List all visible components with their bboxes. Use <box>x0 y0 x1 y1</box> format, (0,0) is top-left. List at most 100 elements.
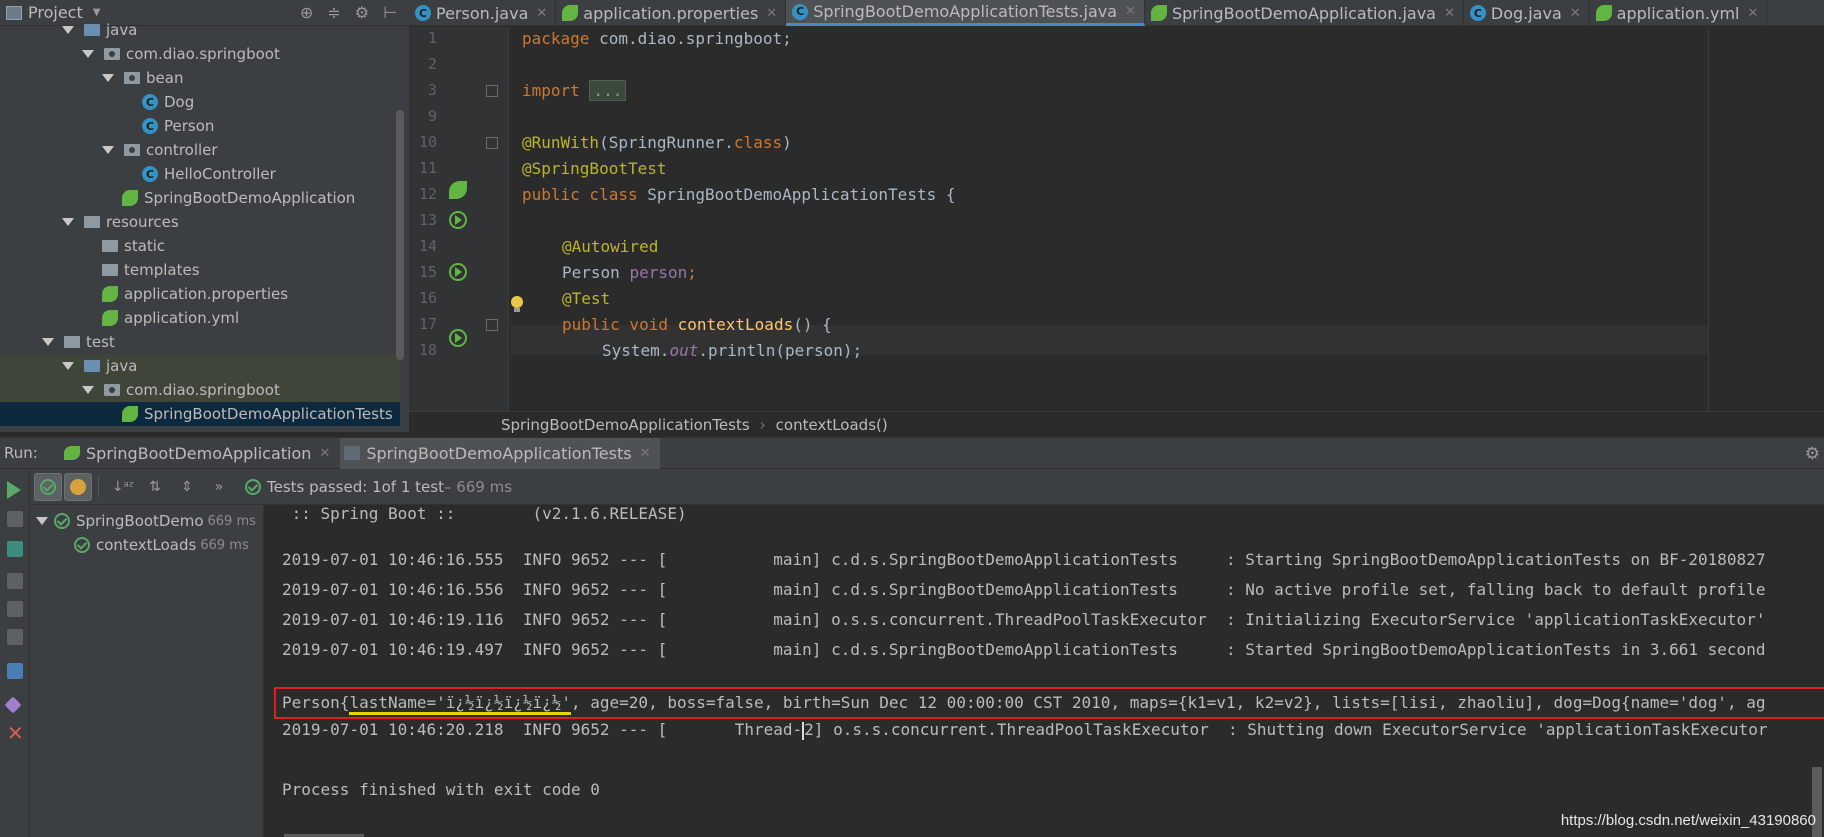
chevron-down-icon[interactable] <box>42 338 54 346</box>
run-class-icon[interactable] <box>449 211 467 229</box>
editor-tab[interactable]: C SpringBootDemoApplicationTests.java ✕ <box>786 0 1145 26</box>
chevron-down-icon[interactable] <box>82 50 94 58</box>
package-icon <box>124 144 140 156</box>
chevron-down-icon[interactable] <box>62 218 74 226</box>
more-icon[interactable]: » <box>205 473 233 501</box>
test-time: 669 ms <box>207 513 256 529</box>
test-time: 669 ms <box>200 537 249 553</box>
show-passed-button[interactable] <box>34 472 62 501</box>
layout-icon[interactable] <box>7 663 23 679</box>
project-pane: Project ▼ ⊕ ≑ ⚙ ⊢ java com.diao.springboo… <box>0 0 409 432</box>
line-number: 2 <box>427 55 437 73</box>
class-icon: C <box>1469 5 1486 21</box>
spring-bean-icon[interactable] <box>449 181 467 199</box>
tree-item[interactable]: application.properties <box>0 282 400 306</box>
fold-toggle-icon[interactable] <box>486 85 498 97</box>
tree-item[interactable]: resources <box>0 210 400 234</box>
stop-icon[interactable] <box>7 573 23 589</box>
tree-item[interactable]: bean <box>0 66 400 90</box>
rerun-failed-icon[interactable] <box>7 511 23 527</box>
show-ignored-button[interactable] <box>64 472 92 501</box>
run-test-icon[interactable] <box>449 329 467 347</box>
breadcrumb-class[interactable]: SpringBootDemoApplicationTests <box>501 416 750 434</box>
watermark: https://blog.csdn.net/weixin_43190860 <box>1560 812 1816 829</box>
person-lastname: lastName='ï¿½ï¿½ï¿½ï¿½' <box>349 693 571 715</box>
breadcrumb-method[interactable]: contextLoads() <box>776 416 888 434</box>
exit-icon[interactable] <box>7 629 23 645</box>
spring-icon <box>64 446 80 460</box>
chevron-down-icon[interactable]: ▼ <box>93 7 101 18</box>
tree-item[interactable]: java <box>0 18 400 42</box>
tree-item[interactable]: controller <box>0 138 400 162</box>
sort-duration-button[interactable]: ⇅ <box>141 473 169 501</box>
package-icon <box>104 384 120 396</box>
tree-item[interactable]: SpringBootDemoApplicationTests <box>0 402 400 426</box>
chevron-down-icon[interactable] <box>36 517 48 525</box>
tree-item[interactable]: templates <box>0 258 400 282</box>
tree-item[interactable]: SpringBootDemoApplication <box>0 186 400 210</box>
tree-item[interactable]: application.yml <box>0 306 400 330</box>
test-suite-row[interactable]: SpringBootDemo 669 ms <box>36 509 256 533</box>
expand-all-button[interactable]: ⇕ <box>173 473 201 501</box>
chevron-down-icon[interactable] <box>102 146 114 154</box>
tree-item[interactable]: static <box>0 234 400 258</box>
chevron-down-icon[interactable] <box>62 26 74 34</box>
sort-alpha-button[interactable]: ↓ᵃᶻ <box>109 473 137 501</box>
pin-icon[interactable] <box>4 696 22 714</box>
tree-item[interactable]: C Dog <box>0 90 400 114</box>
check-icon <box>40 478 56 495</box>
right-margin-guide <box>1708 27 1709 411</box>
console-line: 2019-07-01 10:46:19.497 INFO 9652 --- [ … <box>282 640 1766 659</box>
gear-icon[interactable]: ⚙ <box>1805 444 1820 464</box>
junit-icon <box>344 446 361 460</box>
test-case-row[interactable]: contextLoads 669 ms <box>74 533 249 557</box>
tree-item[interactable]: test <box>0 330 400 354</box>
fold-toggle-icon[interactable] <box>486 319 498 331</box>
editor-tab[interactable]: C Person.java ✕ <box>409 0 557 26</box>
spring-icon <box>122 406 138 422</box>
close-icon[interactable]: ✕ <box>640 446 651 461</box>
tree-item[interactable]: C HelloController <box>0 162 400 186</box>
editor-tab[interactable]: application.properties ✕ <box>556 0 787 26</box>
chevron-down-icon[interactable] <box>62 362 74 370</box>
close-icon[interactable]: ✕ <box>1570 6 1581 21</box>
editor-tab[interactable]: application.yml ✕ <box>1590 0 1768 26</box>
close-icon[interactable]: ✕ <box>319 446 330 461</box>
editor-tab[interactable]: SpringBootDemoApplication.java ✕ <box>1145 0 1464 26</box>
code-editor[interactable]: package com.diao.springboot; import ... … <box>510 27 1824 411</box>
dump-threads-icon[interactable] <box>7 601 23 617</box>
chevron-down-icon[interactable] <box>82 386 94 394</box>
folder-icon <box>64 336 80 348</box>
tree-item[interactable]: com.diao.springboot <box>0 378 400 402</box>
check-icon <box>245 478 261 495</box>
run-tab-label: SpringBootDemoApplicationTests <box>366 443 632 463</box>
person-rest: , age=20, boss=false, birth=Sun Dec 12 0… <box>571 693 1766 712</box>
fold-toggle-icon[interactable] <box>486 137 498 149</box>
run-tab-tests[interactable]: SpringBootDemoApplicationTests ✕ <box>340 437 661 469</box>
tree-item-label: application.properties <box>124 285 289 303</box>
close-icon[interactable]: ✕ <box>536 6 547 21</box>
tree-item[interactable]: com.diao.springboot <box>0 42 400 66</box>
tree-item-label: SpringBootDemoApplicationTests <box>144 405 393 423</box>
chevron-down-icon[interactable] <box>102 74 114 82</box>
toggle-autotest-icon[interactable] <box>7 541 23 557</box>
close-icon[interactable]: ✕ <box>1748 6 1759 21</box>
lightbulb-icon[interactable] <box>510 296 524 314</box>
console-output[interactable]: :: Spring Boot :: (v2.1.6.RELEASE) 2019-… <box>264 505 1824 837</box>
autowired-nav-icon[interactable] <box>449 263 467 281</box>
run-tab-application[interactable]: SpringBootDemoApplication ✕ <box>60 438 340 469</box>
tree-item[interactable]: C Person <box>0 114 400 138</box>
close-icon[interactable]: ✕ <box>1125 4 1136 19</box>
close-icon[interactable]: ✕ <box>7 723 24 743</box>
tree-item[interactable]: java <box>0 354 400 378</box>
rerun-icon[interactable] <box>7 481 21 499</box>
console-line-person: Person{lastName='ï¿½ï¿½ï¿½ï¿½', age=20, … <box>282 688 1765 718</box>
resources-folder-icon <box>84 216 100 228</box>
folded-imports[interactable]: ... <box>589 80 627 101</box>
close-icon[interactable]: ✕ <box>766 6 777 21</box>
project-scrollbar[interactable] <box>396 110 404 360</box>
close-icon[interactable]: ✕ <box>1444 6 1455 21</box>
status-prefix: Tests passed: <box>267 477 368 496</box>
editor-tab[interactable]: C Dog.java ✕ <box>1464 0 1590 26</box>
tree-item-label: static <box>124 237 166 255</box>
